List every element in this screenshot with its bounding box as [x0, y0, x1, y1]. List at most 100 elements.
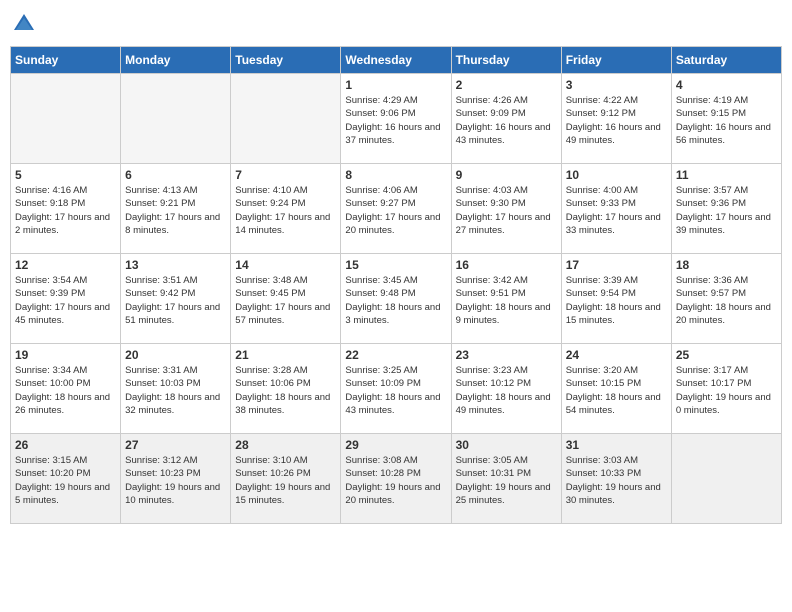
- day-cell: 10 Sunrise: 4:00 AM Sunset: 9:33 PM Dayli…: [561, 164, 671, 254]
- day-cell: 22 Sunrise: 3:25 AM Sunset: 10:09 PM Dayl…: [341, 344, 451, 434]
- day-number: 25: [676, 348, 777, 362]
- day-cell: 1 Sunrise: 4:29 AM Sunset: 9:06 PM Daylig…: [341, 74, 451, 164]
- day-cell: 25 Sunrise: 3:17 AM Sunset: 10:17 PM Dayl…: [671, 344, 781, 434]
- day-number: 10: [566, 168, 667, 182]
- week-row-3: 12 Sunrise: 3:54 AM Sunset: 9:39 PM Dayli…: [11, 254, 782, 344]
- day-cell: 14 Sunrise: 3:48 AM Sunset: 9:45 PM Dayli…: [231, 254, 341, 344]
- day-info: Sunrise: 3:23 AM Sunset: 10:12 PM Daylig…: [456, 364, 557, 417]
- day-info: Sunrise: 4:19 AM Sunset: 9:15 PM Dayligh…: [676, 94, 777, 147]
- day-info: Sunrise: 3:12 AM Sunset: 10:23 PM Daylig…: [125, 454, 226, 507]
- day-number: 31: [566, 438, 667, 452]
- day-number: 3: [566, 78, 667, 92]
- day-cell: 16 Sunrise: 3:42 AM Sunset: 9:51 PM Dayli…: [451, 254, 561, 344]
- day-info: Sunrise: 3:34 AM Sunset: 10:00 PM Daylig…: [15, 364, 116, 417]
- day-cell: 9 Sunrise: 4:03 AM Sunset: 9:30 PM Daylig…: [451, 164, 561, 254]
- header-tuesday: Tuesday: [231, 47, 341, 74]
- day-info: Sunrise: 4:22 AM Sunset: 9:12 PM Dayligh…: [566, 94, 667, 147]
- day-info: Sunrise: 4:06 AM Sunset: 9:27 PM Dayligh…: [345, 184, 446, 237]
- day-cell: 19 Sunrise: 3:34 AM Sunset: 10:00 PM Dayl…: [11, 344, 121, 434]
- calendar-header-row: SundayMondayTuesdayWednesdayThursdayFrid…: [11, 47, 782, 74]
- day-info: Sunrise: 3:36 AM Sunset: 9:57 PM Dayligh…: [676, 274, 777, 327]
- day-info: Sunrise: 3:39 AM Sunset: 9:54 PM Dayligh…: [566, 274, 667, 327]
- day-cell: 2 Sunrise: 4:26 AM Sunset: 9:09 PM Daylig…: [451, 74, 561, 164]
- day-number: 15: [345, 258, 446, 272]
- day-number: 30: [456, 438, 557, 452]
- day-cell: 20 Sunrise: 3:31 AM Sunset: 10:03 PM Dayl…: [121, 344, 231, 434]
- header: [10, 10, 782, 38]
- day-cell: 30Sunrise: 3:05 AM Sunset: 10:31 PM Dayl…: [451, 434, 561, 524]
- day-cell: 31Sunrise: 3:03 AM Sunset: 10:33 PM Dayl…: [561, 434, 671, 524]
- day-number: 18: [676, 258, 777, 272]
- day-number: 27: [125, 438, 226, 452]
- day-cell: [11, 74, 121, 164]
- header-wednesday: Wednesday: [341, 47, 451, 74]
- day-cell: 23 Sunrise: 3:23 AM Sunset: 10:12 PM Dayl…: [451, 344, 561, 434]
- day-number: 1: [345, 78, 446, 92]
- day-cell: 29 Sunrise: 3:08 AM Sunset: 10:28 PM Dayl…: [341, 434, 451, 524]
- logo-icon: [10, 10, 38, 38]
- day-info: Sunrise: 4:00 AM Sunset: 9:33 PM Dayligh…: [566, 184, 667, 237]
- day-number: 4: [676, 78, 777, 92]
- day-info: Sunrise: 3:28 AM Sunset: 10:06 PM Daylig…: [235, 364, 336, 417]
- day-info: Sunrise: 4:16 AM Sunset: 9:18 PM Dayligh…: [15, 184, 116, 237]
- day-info: Sunrise: 3:54 AM Sunset: 9:39 PM Dayligh…: [15, 274, 116, 327]
- week-row-5: 26Sunrise: 3:15 AM Sunset: 10:20 PM Dayl…: [11, 434, 782, 524]
- day-cell: 7Sunrise: 4:10 AM Sunset: 9:24 PM Daylig…: [231, 164, 341, 254]
- header-monday: Monday: [121, 47, 231, 74]
- day-number: 20: [125, 348, 226, 362]
- day-number: 23: [456, 348, 557, 362]
- day-cell: 5 Sunrise: 4:16 AM Sunset: 9:18 PM Daylig…: [11, 164, 121, 254]
- day-info: Sunrise: 3:15 AM Sunset: 10:20 PM Daylig…: [15, 454, 116, 507]
- day-number: 17: [566, 258, 667, 272]
- day-number: 24: [566, 348, 667, 362]
- day-number: 21: [235, 348, 336, 362]
- week-row-2: 5 Sunrise: 4:16 AM Sunset: 9:18 PM Daylig…: [11, 164, 782, 254]
- day-info: Sunrise: 3:08 AM Sunset: 10:28 PM Daylig…: [345, 454, 446, 507]
- day-info: Sunrise: 3:48 AM Sunset: 9:45 PM Dayligh…: [235, 274, 336, 327]
- day-number: 6: [125, 168, 226, 182]
- day-number: 7: [235, 168, 336, 182]
- day-cell: 21 Sunrise: 3:28 AM Sunset: 10:06 PM Dayl…: [231, 344, 341, 434]
- day-info: Sunrise: 4:26 AM Sunset: 9:09 PM Dayligh…: [456, 94, 557, 147]
- header-thursday: Thursday: [451, 47, 561, 74]
- day-info: Sunrise: 3:31 AM Sunset: 10:03 PM Daylig…: [125, 364, 226, 417]
- day-number: 22: [345, 348, 446, 362]
- header-friday: Friday: [561, 47, 671, 74]
- day-info: Sunrise: 3:42 AM Sunset: 9:51 PM Dayligh…: [456, 274, 557, 327]
- day-number: 9: [456, 168, 557, 182]
- day-cell: 28 Sunrise: 3:10 AM Sunset: 10:26 PM Dayl…: [231, 434, 341, 524]
- day-info: Sunrise: 3:17 AM Sunset: 10:17 PM Daylig…: [676, 364, 777, 417]
- week-row-4: 19 Sunrise: 3:34 AM Sunset: 10:00 PM Dayl…: [11, 344, 782, 434]
- logo: [10, 10, 42, 38]
- day-cell: 26Sunrise: 3:15 AM Sunset: 10:20 PM Dayl…: [11, 434, 121, 524]
- day-number: 13: [125, 258, 226, 272]
- day-number: 2: [456, 78, 557, 92]
- day-info: Sunrise: 4:13 AM Sunset: 9:21 PM Dayligh…: [125, 184, 226, 237]
- day-number: 28: [235, 438, 336, 452]
- day-number: 19: [15, 348, 116, 362]
- day-info: Sunrise: 3:57 AM Sunset: 9:36 PM Dayligh…: [676, 184, 777, 237]
- day-info: Sunrise: 4:29 AM Sunset: 9:06 PM Dayligh…: [345, 94, 446, 147]
- day-cell: 4 Sunrise: 4:19 AM Sunset: 9:15 PM Daylig…: [671, 74, 781, 164]
- day-number: 5: [15, 168, 116, 182]
- day-cell: 17 Sunrise: 3:39 AM Sunset: 9:54 PM Dayli…: [561, 254, 671, 344]
- day-info: Sunrise: 3:10 AM Sunset: 10:26 PM Daylig…: [235, 454, 336, 507]
- day-number: 11: [676, 168, 777, 182]
- day-cell: 8Sunrise: 4:06 AM Sunset: 9:27 PM Daylig…: [341, 164, 451, 254]
- day-cell: 6 Sunrise: 4:13 AM Sunset: 9:21 PM Daylig…: [121, 164, 231, 254]
- day-cell: [121, 74, 231, 164]
- day-info: Sunrise: 3:20 AM Sunset: 10:15 PM Daylig…: [566, 364, 667, 417]
- day-cell: 12 Sunrise: 3:54 AM Sunset: 9:39 PM Dayli…: [11, 254, 121, 344]
- day-number: 29: [345, 438, 446, 452]
- day-number: 14: [235, 258, 336, 272]
- day-info: Sunrise: 4:03 AM Sunset: 9:30 PM Dayligh…: [456, 184, 557, 237]
- header-saturday: Saturday: [671, 47, 781, 74]
- day-cell: 18 Sunrise: 3:36 AM Sunset: 9:57 PM Dayli…: [671, 254, 781, 344]
- day-number: 16: [456, 258, 557, 272]
- day-cell: [671, 434, 781, 524]
- day-cell: [231, 74, 341, 164]
- day-info: Sunrise: 3:25 AM Sunset: 10:09 PM Daylig…: [345, 364, 446, 417]
- day-cell: 11 Sunrise: 3:57 AM Sunset: 9:36 PM Dayli…: [671, 164, 781, 254]
- day-cell: 24 Sunrise: 3:20 AM Sunset: 10:15 PM Dayl…: [561, 344, 671, 434]
- day-number: 12: [15, 258, 116, 272]
